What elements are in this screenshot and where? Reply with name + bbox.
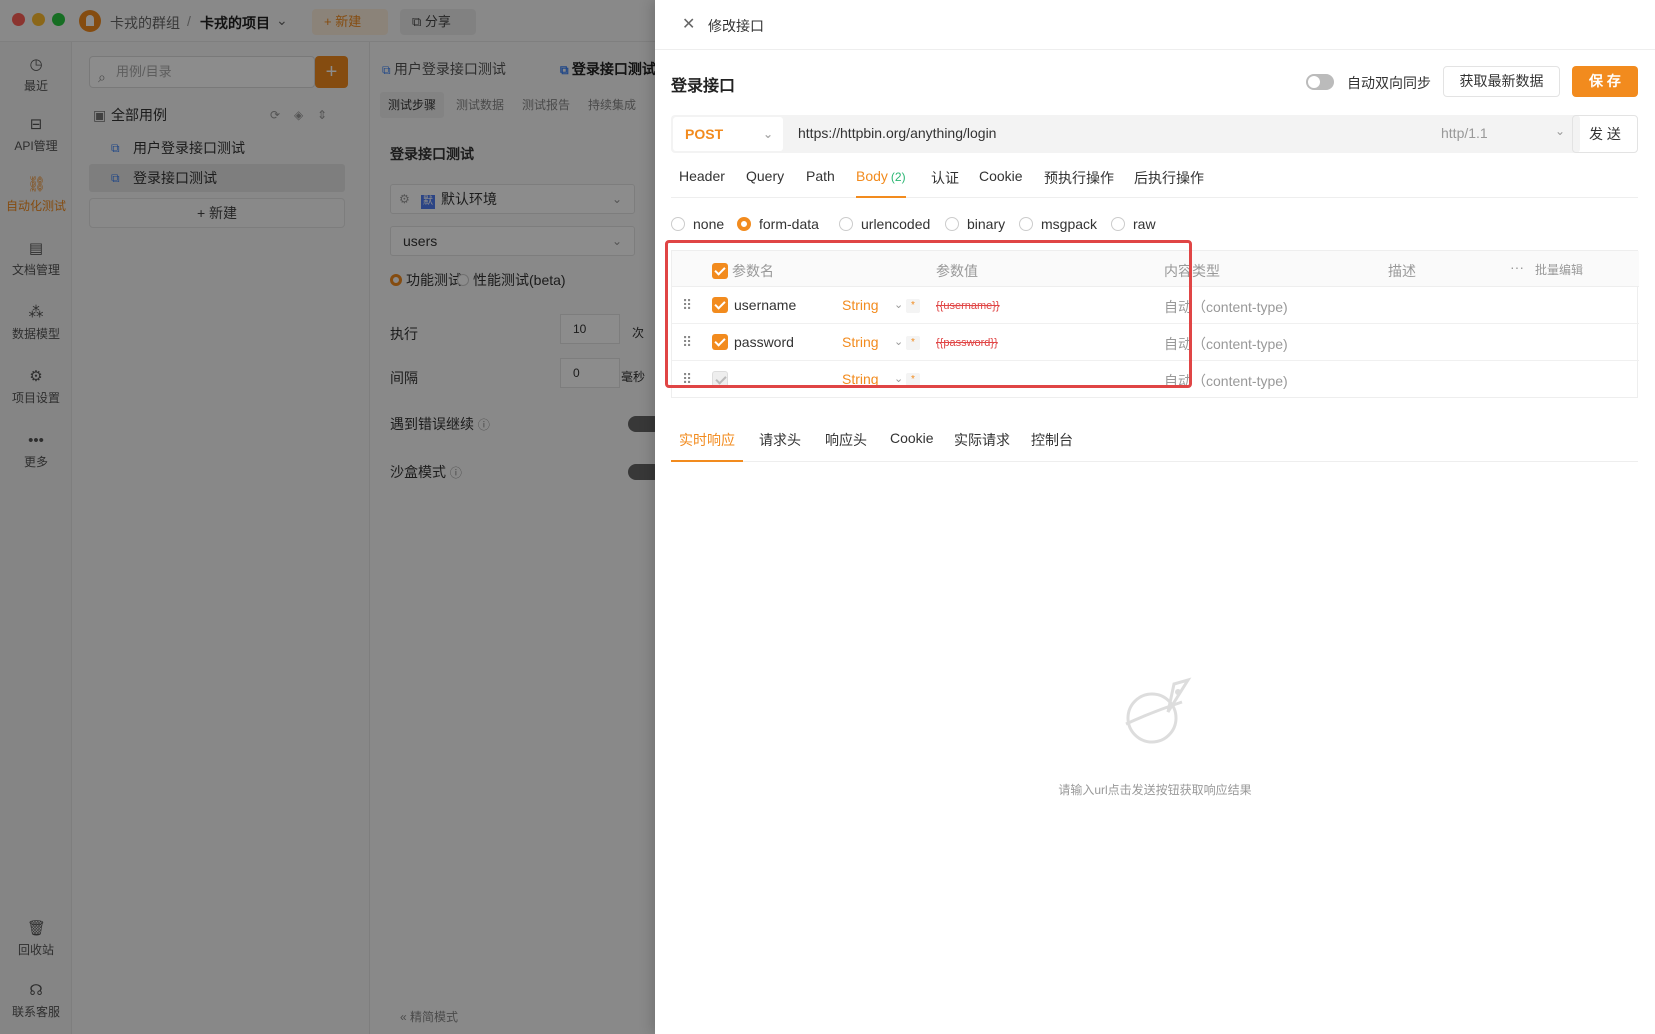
drawer-header: ✕ 修改接口	[655, 0, 1655, 50]
tab-header[interactable]: Header	[679, 168, 725, 184]
drawer-title: 修改接口	[708, 18, 764, 34]
protocol-select[interactable]: http/1.1	[1441, 125, 1488, 141]
tab-actual-request[interactable]: 实际请求	[954, 430, 1010, 450]
body-count-badge: (2)	[890, 170, 906, 184]
modal-overlay[interactable]	[0, 0, 655, 1034]
radio-label: urlencoded	[861, 216, 931, 232]
tab-response-cookie[interactable]: Cookie	[890, 430, 934, 446]
tab-cookie[interactable]: Cookie	[979, 168, 1023, 184]
tab-path[interactable]: Path	[806, 168, 835, 184]
tab-console[interactable]: 控制台	[1031, 430, 1073, 450]
fetch-latest-button[interactable]: 获取最新数据	[1443, 66, 1560, 97]
send-button[interactable]: 发 送	[1572, 115, 1638, 153]
header-description: 描述	[1388, 263, 1416, 279]
tab-request-headers[interactable]: 请求头	[759, 430, 801, 450]
tab-body[interactable]: Body (2)	[856, 168, 906, 198]
rocket-planet-icon	[1125, 677, 1192, 744]
tab-live-response[interactable]: 实时响应	[671, 430, 743, 462]
auto-sync-label: 自动双向同步	[1347, 75, 1431, 91]
tab-query[interactable]: Query	[746, 168, 784, 184]
radio-msgpack[interactable]: msgpack	[1019, 216, 1097, 232]
radio-label: form-data	[759, 216, 819, 232]
tab-auth[interactable]: 认证	[931, 168, 959, 188]
radio-label: none	[693, 216, 725, 232]
edit-api-drawer: ✕ 修改接口 登录接口 自动双向同步 获取最新数据 保 存 POST ⌄ http…	[655, 0, 1655, 1034]
tab-post-script[interactable]: 后执行操作	[1134, 168, 1204, 188]
close-icon[interactable]: ✕	[682, 14, 695, 34]
radio-binary[interactable]: binary	[945, 216, 1005, 232]
radio-dot	[671, 217, 685, 231]
bulk-edit-button[interactable]: 批量编辑	[1535, 261, 1583, 278]
app-window: 卡戎的群组 / 卡戎的项目 ⌄ + 新建 ⧉ 分享 ◷ 最近 ⊟ API管理 ⛓ 自动…	[0, 0, 1655, 1034]
radio-dot	[737, 217, 751, 231]
save-button[interactable]: 保 存	[1572, 66, 1638, 97]
radio-dot	[1019, 217, 1033, 231]
radio-dot	[839, 217, 853, 231]
radio-urlencoded[interactable]: urlencoded	[839, 216, 930, 232]
tab-response-headers[interactable]: 响应头	[825, 430, 867, 450]
auto-sync-toggle[interactable]	[1306, 74, 1334, 90]
tab-pre-script[interactable]: 预执行操作	[1044, 168, 1114, 188]
api-name[interactable]: 登录接口	[671, 72, 735, 96]
radio-label: raw	[1133, 216, 1156, 232]
request-tabs: Header Query Path Body (2) 认证 Cookie 预执行操…	[671, 160, 1638, 198]
radio-label: msgpack	[1041, 216, 1098, 232]
empty-response-text: 请输入url点击发送按钮获取响应结果	[1058, 783, 1252, 797]
tab-body-label: Body	[856, 168, 888, 184]
response-tabs: 实时响应 请求头 响应头 Cookie 实际请求 控制台	[671, 418, 1638, 462]
radio-form-data[interactable]: form-data	[737, 216, 819, 232]
radio-none[interactable]: none	[671, 216, 724, 232]
method-select[interactable]: POST ⌄	[673, 117, 783, 151]
url-input[interactable]: https://httpbin.org/anything/login	[798, 125, 996, 141]
chevron-down-icon: ⌄	[763, 127, 774, 141]
url-bar: POST ⌄ https://httpbin.org/anything/login…	[671, 115, 1580, 153]
radio-dot	[1111, 217, 1125, 231]
radio-dot	[945, 217, 959, 231]
more-icon[interactable]: ···	[1510, 259, 1524, 275]
radio-label: binary	[967, 216, 1006, 232]
method-label: POST	[685, 126, 724, 142]
chevron-down-icon: ⌄	[1555, 124, 1566, 138]
radio-raw[interactable]: raw	[1111, 216, 1156, 232]
highlight-box	[665, 240, 1192, 388]
